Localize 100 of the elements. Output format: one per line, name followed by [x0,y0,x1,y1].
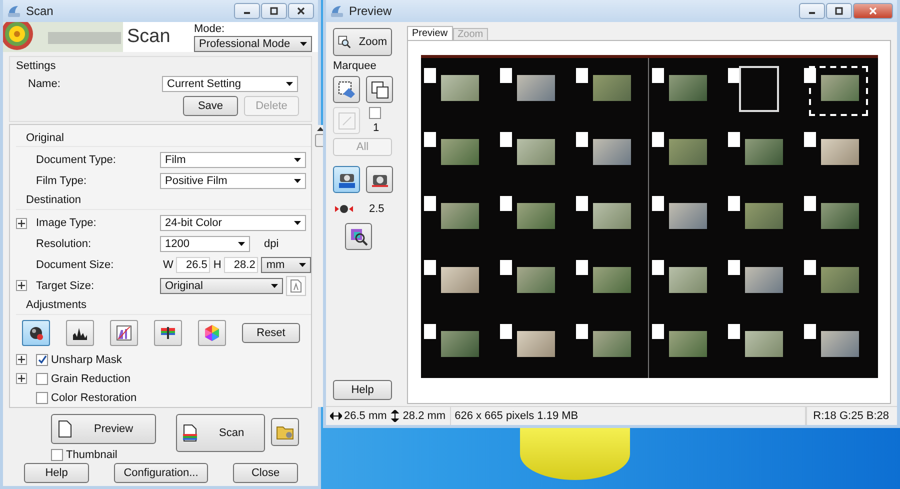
dropdown[interactable]: Positive Film [160,172,306,189]
option-label: Color Restoration [51,392,137,404]
height-reading: 28.2 mm [402,410,446,422]
field-label: Document Size: [36,258,115,271]
sprocket-hole [576,132,588,147]
maximize-button[interactable] [261,3,287,19]
gamma-icon [335,204,353,214]
sprocket-hole [500,324,512,339]
thumbnail-label: Thumbnail [66,448,118,460]
photo-placeholder [821,139,860,165]
expand-button[interactable] [16,373,27,384]
photo-placeholder [440,75,478,101]
photo-placeholder [516,203,555,229]
marquee-tool-button[interactable] [333,76,360,103]
photo-placeholder [821,267,860,293]
orientation-button[interactable] [286,276,306,296]
scanner-icon [330,4,344,18]
expand-button[interactable] [16,354,27,366]
marquee-frame[interactable] [739,66,780,112]
minimize-button[interactable] [799,3,825,19]
sprocket-hole [576,68,588,83]
caret-icon [238,242,245,246]
plus-icon [18,220,25,226]
resolution-dropdown[interactable]: 1200 [160,236,250,252]
color-palette-button[interactable] [198,320,226,346]
unit-dropdown[interactable]: mm [261,256,312,273]
option-label: Unsharp Mask [51,354,122,366]
photo-placeholder [516,267,555,293]
photo-placeholder [516,331,555,357]
minimize-button[interactable] [234,3,260,19]
photo-placeholder [668,267,707,293]
photo-placeholder [440,331,478,357]
close-button[interactable]: Close [233,463,298,483]
auto-exposure-button[interactable] [22,320,50,346]
gamma-value: 2.5 [369,203,384,215]
checkbox[interactable] [36,372,48,385]
color-balance-button[interactable] [154,320,182,346]
photo-placeholder [516,75,555,101]
expand-button[interactable] [16,218,27,228]
maximize-icon [269,7,279,15]
field-label: Resolution: [36,238,92,250]
mode-dropdown[interactable]: Professional Mode [194,36,312,52]
field-label: Film Type: [36,174,88,187]
height-field[interactable]: 28.2 [224,256,258,273]
checkbox[interactable] [36,354,48,366]
scan-button[interactable]: Scan [176,414,265,452]
resize-icon [338,112,356,130]
photo-placeholder [745,331,784,357]
auto-exposure-button[interactable] [333,166,360,193]
color-hexagon-icon [203,324,221,342]
name-dropdown[interactable]: Current Setting [162,76,298,92]
image-magnifier-button[interactable] [345,223,372,250]
sprocket-hole [576,260,588,275]
overlapping-squares-icon [370,80,388,98]
sprocket-hole [804,132,816,147]
height-label: H [213,258,222,271]
sprocket-hole [500,260,512,275]
section-header: Destination [16,192,312,210]
folder-settings-button[interactable] [271,418,299,446]
mode-label: Mode: [194,22,226,34]
checkmark-icon [38,355,46,364]
checkbox[interactable] [51,448,63,460]
reset-button[interactable]: Reset [242,322,300,343]
dropdown[interactable]: 24-bit Color [160,215,306,231]
window-title: Preview [349,4,393,18]
sprocket-hole [424,260,436,275]
field-label: Image Type: [36,217,98,229]
width-reading: 26.5 mm [344,410,387,422]
photo-placeholder [592,267,631,293]
expand-button[interactable] [16,280,27,292]
dropdown[interactable]: Film [160,152,306,168]
option-label: Grain Reduction [51,372,130,385]
marquee-count: 1 [372,122,380,134]
sprocket-hole [728,132,740,147]
sprocket-hole [500,68,512,83]
photo-placeholder [592,203,631,229]
checkbox[interactable] [368,107,380,119]
copy-marquee-button[interactable] [366,76,393,103]
exposure-button[interactable] [366,166,393,193]
tone-curve-button[interactable] [110,320,138,346]
section-header: Adjustments [16,296,312,315]
configuration-button[interactable]: Configuration... [114,463,208,483]
help-button[interactable]: Help [333,380,392,400]
save-button[interactable]: Save [183,96,238,116]
caret-icon [294,178,301,183]
sprocket-hole [424,196,436,211]
scroll-up-arrow-icon[interactable] [317,127,324,131]
maximize-button[interactable] [826,3,852,19]
close-button[interactable] [288,3,314,19]
preview-button[interactable]: Preview [51,414,156,444]
active-marquee-frame[interactable] [809,66,868,116]
tab[interactable]: Preview [407,26,453,40]
help-button[interactable]: Help [24,463,89,483]
target-size-dropdown[interactable]: Original [160,278,283,294]
photo-placeholder [592,75,631,101]
checkbox[interactable] [36,392,48,404]
histogram-button[interactable] [66,320,94,346]
width-field[interactable]: 26.5 [176,256,210,273]
sprocket-hole [500,132,512,147]
zoom-button[interactable]: Zoom [333,28,392,56]
